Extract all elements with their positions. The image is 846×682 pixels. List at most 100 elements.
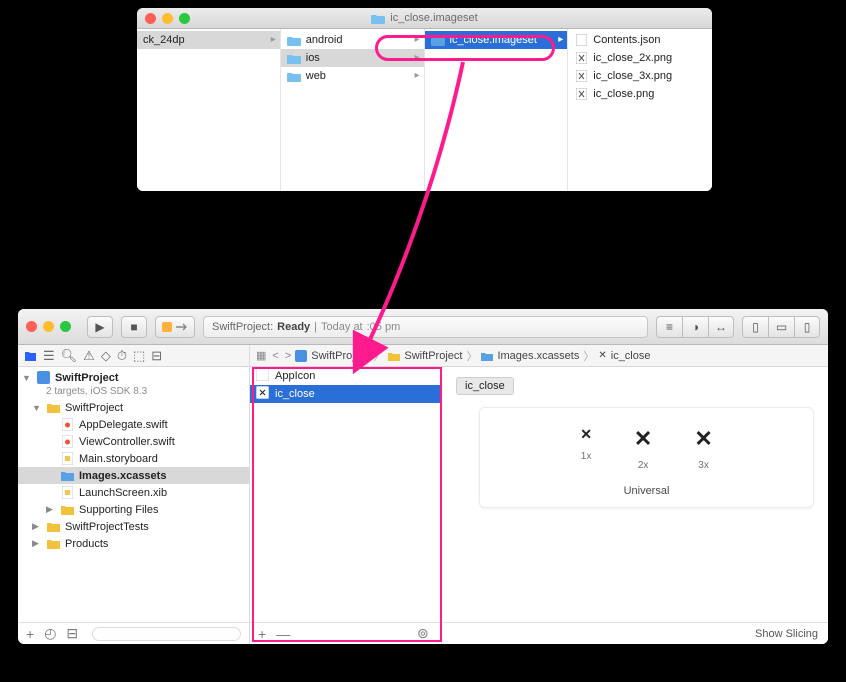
- folder-row-web[interactable]: web ▸: [281, 67, 424, 85]
- folder-icon: [431, 35, 445, 46]
- jump-forward-button[interactable]: >: [285, 350, 291, 362]
- image-well-3x[interactable]: ✕ 3x: [694, 426, 712, 471]
- tree-file-viewcontroller[interactable]: ViewController.swift: [18, 433, 249, 450]
- file-row-ic-close-3x[interactable]: ic_close_3x.png: [568, 67, 712, 85]
- tree-group-tests[interactable]: ▶ SwiftProjectTests: [18, 518, 249, 535]
- xib-file-icon: [60, 486, 75, 499]
- stop-button[interactable]: ■: [121, 316, 147, 338]
- remove-asset-button[interactable]: —: [276, 626, 290, 642]
- folder-icon: [371, 13, 385, 24]
- folder-row-android[interactable]: android ▸: [281, 31, 424, 49]
- minimize-window-button[interactable]: [162, 13, 173, 24]
- chevron-right-icon: ▸: [271, 34, 276, 45]
- assets-icon: [60, 470, 75, 481]
- project-icon: [36, 371, 51, 384]
- close-icon: ✕: [694, 426, 712, 452]
- minimize-window-button[interactable]: [43, 321, 54, 332]
- filter-recent-button[interactable]: ◴: [44, 625, 56, 642]
- image-file-icon: [574, 70, 588, 82]
- project-navigator: ▼ SwiftProject 2 targets, iOS SDK 8.3 ▼ …: [18, 367, 250, 644]
- toggle-inspector-button[interactable]: ▯: [794, 316, 820, 338]
- filter-field[interactable]: [92, 627, 241, 641]
- finder-window: ic_close.imageset ck_24dp ▸ android ▸ io…: [137, 8, 712, 191]
- image-well-2x[interactable]: ✕ 2x: [634, 426, 652, 471]
- breadcrumb-imageset[interactable]: ic_close: [611, 350, 651, 362]
- zoom-window-button[interactable]: [60, 321, 71, 332]
- jump-bar[interactable]: ▦ < > SwiftProject 〉 SwiftProject 〉 Imag…: [250, 345, 828, 366]
- folder-row-ios[interactable]: ios ▸: [281, 49, 424, 67]
- show-slicing-button[interactable]: Show Slicing: [755, 628, 818, 640]
- close-window-button[interactable]: [145, 13, 156, 24]
- run-button[interactable]: ▶: [87, 316, 113, 338]
- image-icon: ✕: [598, 350, 606, 361]
- tree-project-root[interactable]: ▼ SwiftProject: [18, 369, 249, 386]
- find-navigator-tab[interactable]: 🔍︎: [61, 348, 78, 364]
- file-row-contents-json[interactable]: Contents.json: [568, 31, 712, 49]
- swift-file-icon: [60, 435, 75, 448]
- issue-navigator-tab[interactable]: ⚠: [83, 348, 95, 364]
- tree-file-appdelegate[interactable]: AppDelegate.swift: [18, 416, 249, 433]
- jump-grid-icon[interactable]: ▦: [256, 349, 266, 362]
- version-editor-button[interactable]: ↔: [708, 316, 734, 338]
- xcode-window: ▶ ■ SwiftProject: Ready | Today at :05 p…: [18, 309, 828, 644]
- file-row-ic-close-2x[interactable]: ic_close_2x.png: [568, 49, 712, 67]
- standard-editor-button[interactable]: ≡: [656, 316, 682, 338]
- breadcrumb-assets[interactable]: Images.xcassets: [497, 350, 579, 362]
- disclosure-triangle[interactable]: ▶: [32, 538, 42, 549]
- outline-appicon[interactable]: AppIcon: [250, 367, 441, 385]
- filter-field[interactable]: ⊚: [417, 625, 433, 642]
- folder-icon: [287, 35, 301, 46]
- tree-group-swiftproject[interactable]: ▼ SwiftProject: [18, 399, 249, 416]
- disclosure-triangle[interactable]: ▼: [32, 403, 42, 413]
- scheme-selector[interactable]: [155, 316, 195, 338]
- navigator-footer: + ◴ ⊟: [18, 622, 249, 644]
- finder-column-1: ck_24dp ▸: [137, 29, 281, 191]
- zoom-window-button[interactable]: [179, 13, 190, 24]
- chevron-right-icon: ▸: [414, 52, 419, 63]
- report-navigator-tab[interactable]: ⊟: [151, 348, 162, 364]
- close-window-button[interactable]: [26, 321, 37, 332]
- toggle-debug-area-button[interactable]: ▭: [768, 316, 794, 338]
- panel-toggle-segmented[interactable]: ▯ ▭ ▯: [742, 316, 820, 338]
- finder-column-2: android ▸ ios ▸ web ▸: [281, 29, 425, 191]
- assistant-editor-button[interactable]: ◑: [682, 316, 708, 338]
- tree-file-launchscreen[interactable]: LaunchScreen.xib: [18, 484, 249, 501]
- tree-group-products[interactable]: ▶ Products: [18, 535, 249, 552]
- disclosure-triangle[interactable]: ▼: [22, 373, 32, 383]
- tree-group-supporting-files[interactable]: ▶ Supporting Files: [18, 501, 249, 518]
- idiom-label: Universal: [486, 485, 807, 497]
- editor-mode-segmented[interactable]: ≡ ◑ ↔: [656, 316, 734, 338]
- chevron-right-icon: ▸: [414, 70, 419, 81]
- image-well-1x[interactable]: ✕ 1x: [580, 426, 592, 471]
- imageset-icon: [256, 386, 269, 402]
- close-icon: ✕: [634, 426, 652, 452]
- filter-scm-button[interactable]: ⊟: [66, 625, 78, 642]
- add-button[interactable]: +: [26, 626, 34, 642]
- breadcrumb-group[interactable]: SwiftProject: [404, 350, 462, 362]
- chevron-right-icon: ▸: [414, 34, 419, 45]
- tree-file-mainstoryboard[interactable]: Main.storyboard: [18, 450, 249, 467]
- outline-ic-close[interactable]: ic_close: [250, 385, 441, 403]
- breakpoint-navigator-tab[interactable]: ⬚: [133, 348, 145, 364]
- debug-navigator-tab[interactable]: ⏱: [117, 348, 127, 364]
- status-text: Ready: [277, 321, 310, 333]
- image-wells-card: ✕ 1x ✕ 2x ✕ 3x Universal: [479, 407, 814, 508]
- disclosure-triangle[interactable]: ▶: [46, 504, 56, 515]
- file-row-ic-close[interactable]: ic_close.png: [568, 85, 712, 103]
- folder-row-imageset[interactable]: ic_close.imageset ▸: [425, 31, 568, 49]
- add-asset-button[interactable]: +: [258, 626, 266, 642]
- chevron-right-icon: ▸: [558, 34, 563, 45]
- toggle-navigator-button[interactable]: ▯: [742, 316, 768, 338]
- project-navigator-tab[interactable]: [24, 349, 37, 362]
- symbol-navigator-tab[interactable]: ☰: [43, 348, 55, 364]
- project-tree[interactable]: ▼ SwiftProject 2 targets, iOS SDK 8.3 ▼ …: [18, 367, 249, 622]
- imageset-name-chip[interactable]: ic_close: [456, 377, 514, 395]
- folder-row-24dp[interactable]: ck_24dp ▸: [137, 31, 280, 49]
- jump-back-button[interactable]: <: [272, 350, 278, 362]
- json-file-icon: [574, 34, 588, 46]
- navigator-selector-bar: ☰ 🔍︎ ⚠ ◇ ⏱ ⬚ ⊟: [18, 345, 250, 366]
- breadcrumb-project[interactable]: SwiftProject: [311, 350, 369, 362]
- tree-file-images-xcassets[interactable]: Images.xcassets: [18, 467, 249, 484]
- disclosure-triangle[interactable]: ▶: [32, 521, 42, 532]
- test-navigator-tab[interactable]: ◇: [101, 348, 111, 364]
